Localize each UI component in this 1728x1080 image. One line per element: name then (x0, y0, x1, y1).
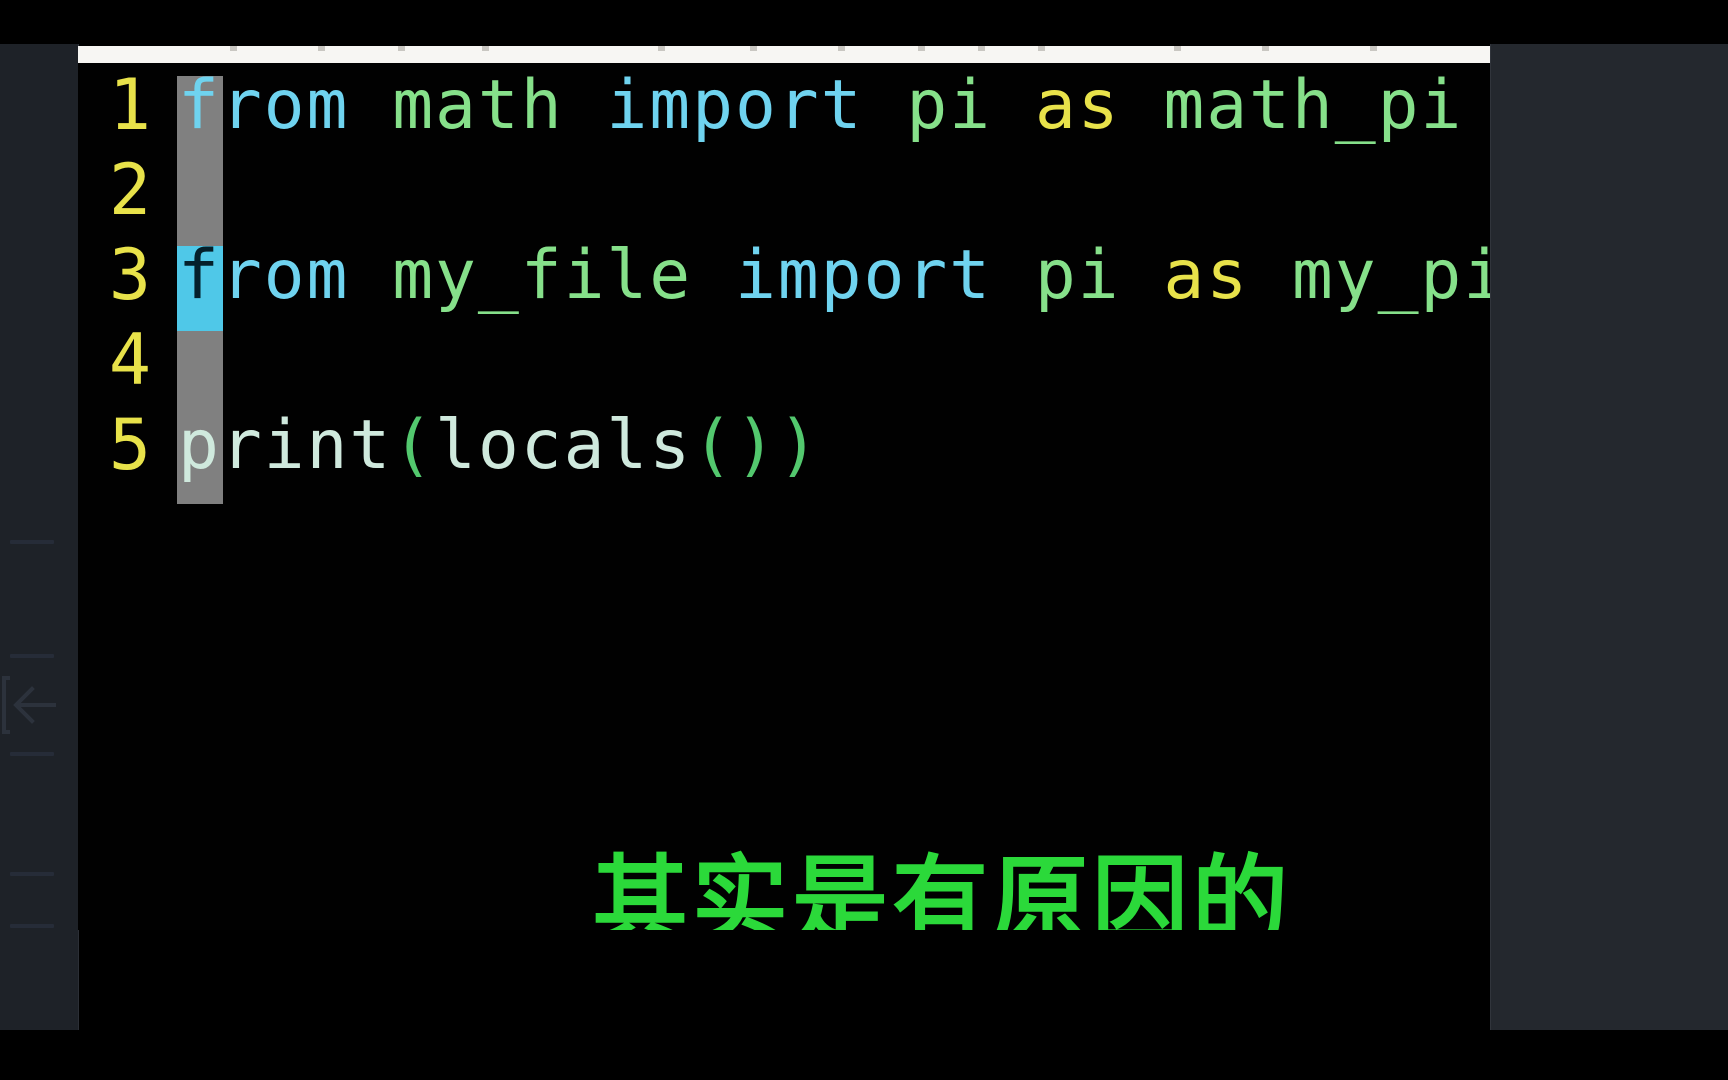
code-line-row[interactable]: 2 (78, 148, 1490, 233)
token-keyword: import (734, 236, 992, 315)
token-paren: ) (734, 406, 778, 485)
token-identifier: my_pi (1291, 236, 1490, 315)
token-identifier: math_pi (1163, 66, 1464, 145)
token-identifier: pi (1034, 236, 1121, 315)
token-as-keyword: as (1034, 66, 1121, 145)
letterbox-bottom (0, 1030, 1728, 1080)
sidebar-divider-1 (10, 540, 54, 544)
token-function: locals (435, 406, 693, 485)
code-line-row[interactable]: 3 from my_file import pi as my_pi (78, 233, 1490, 318)
code-line-text: from math import pi as math_pi (178, 63, 1463, 148)
token-identifier: math (392, 66, 564, 145)
token-keyword: import (606, 66, 864, 145)
token-function: print (178, 406, 393, 485)
subtitle-overlay: 其实是有原因的 (78, 849, 1490, 930)
code-line-text: from my_file import pi as my_pi (178, 233, 1490, 318)
ide-sidebar[interactable] (0, 44, 79, 1030)
token-identifier: pi (906, 66, 992, 145)
code-editor-pane[interactable]: 1 from math import pi as math_pi 2 3 fro… (78, 63, 1490, 930)
letterbox-top (0, 0, 1728, 44)
line-number: 2 (108, 149, 151, 231)
token-identifier: my_file (392, 236, 693, 315)
screen-recording-frame: 1 from math import pi as math_pi 2 3 fro… (0, 0, 1728, 1080)
breadcrumb-strip[interactable] (78, 46, 1490, 63)
code-line-row[interactable]: 4 (78, 318, 1490, 403)
subtitle-text: 其实是有原因的 (586, 849, 1298, 930)
sidebar-divider-2 (10, 654, 54, 658)
ide-right-panel[interactable] (1490, 44, 1728, 1030)
token-paren: ) (777, 406, 821, 485)
token-keyword: rom (220, 236, 350, 315)
line-number: 4 (108, 319, 151, 401)
code-line-row[interactable]: 1 from math import pi as math_pi (78, 63, 1490, 148)
token-keyword: rom (220, 66, 350, 145)
sidebar-divider-3 (10, 752, 54, 756)
token-paren: ( (392, 406, 436, 485)
code-line-row[interactable]: 5 print(locals()) (78, 403, 1490, 488)
code-area[interactable]: 1 from math import pi as math_pi 2 3 fro… (78, 63, 1490, 513)
sidebar-divider-5 (10, 924, 54, 928)
token-under-cursor: f (178, 236, 221, 315)
collapse-panel-arrow-icon[interactable] (2, 672, 64, 738)
code-line-text: print(locals()) (178, 403, 821, 488)
line-number: 1 (108, 64, 151, 146)
token-as-keyword: as (1163, 236, 1250, 315)
token-paren: ( (692, 406, 735, 485)
line-number: 3 (108, 234, 151, 316)
sidebar-divider-4 (10, 872, 54, 876)
token-keyword: f (178, 66, 221, 145)
line-number: 5 (108, 404, 151, 486)
